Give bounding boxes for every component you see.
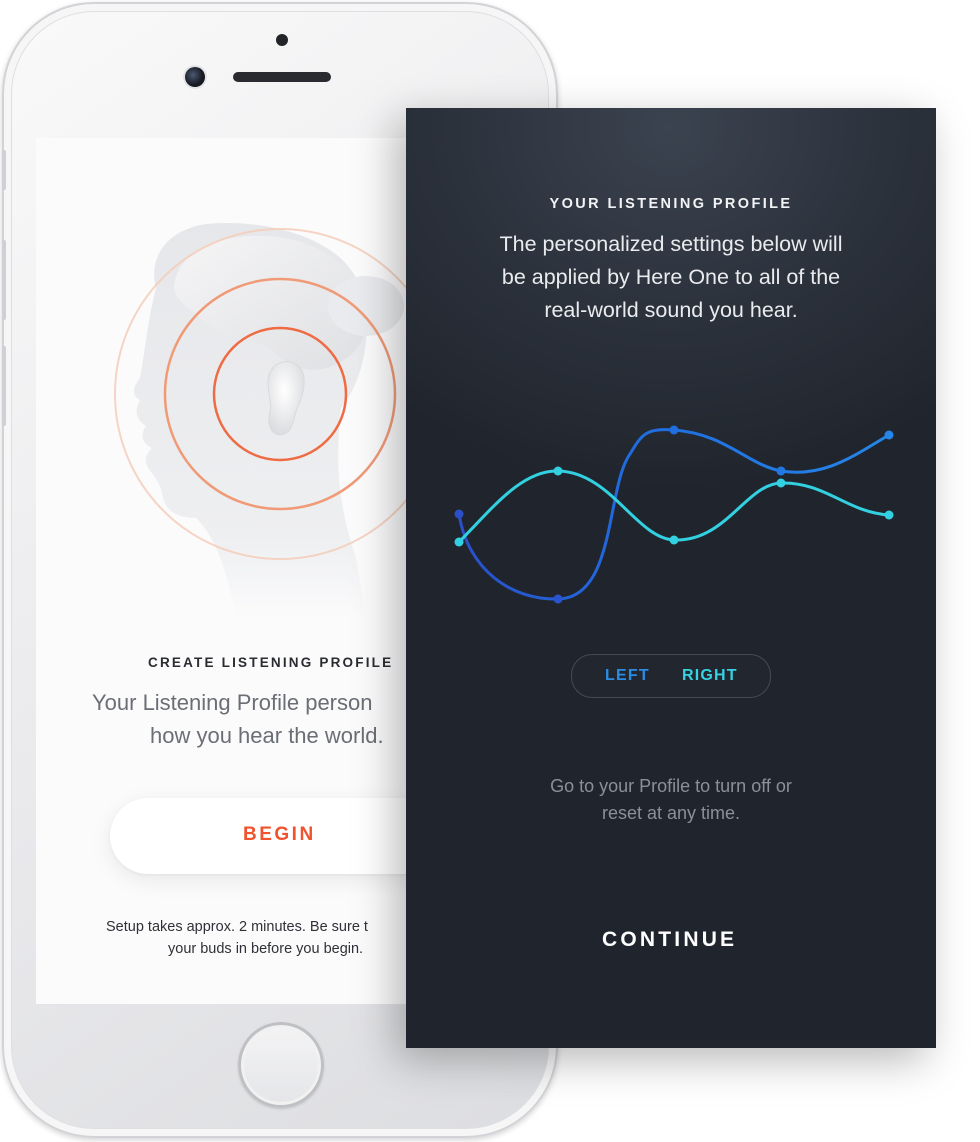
proximity-sensor: [276, 34, 288, 46]
volume-up-button: [2, 240, 6, 320]
ear-toggle: LEFT RIGHT: [571, 654, 771, 698]
setup-note-line-2: your buds in before you begin.: [168, 941, 364, 957]
left-curve-point: [776, 466, 786, 476]
right-ear-tab[interactable]: RIGHT: [682, 667, 738, 685]
right-curve-point: [553, 466, 563, 476]
left-ear-tab[interactable]: LEFT: [605, 667, 650, 685]
begin-button[interactable]: BEGIN: [110, 798, 408, 874]
setup-note: Setup takes approx. 2 minutes. Be sure t…: [106, 916, 408, 960]
hair-bun: [328, 276, 404, 336]
continue-button[interactable]: CONTINUE: [596, 924, 743, 956]
left-curve-point: [454, 509, 464, 519]
profile-reset-note: Go to your Profile to turn off or reset …: [406, 773, 936, 827]
setup-note-line-1: Setup takes approx. 2 minutes. Be sure t: [106, 919, 368, 935]
left-curve-point: [553, 594, 563, 604]
description-line-2: how you hear the world.: [150, 723, 384, 748]
mute-switch: [2, 150, 6, 190]
left-curve-point: [669, 425, 679, 435]
left-curve-point: [884, 430, 894, 440]
home-button[interactable]: [238, 1022, 324, 1108]
reset-note-line-1: Go to your Profile to turn off or: [550, 776, 792, 796]
profile-curves: [454, 425, 894, 604]
left-ear-curve: [457, 428, 891, 601]
right-curve-point: [669, 535, 679, 545]
create-profile-description: Your Listening Profile person how you he…: [92, 686, 408, 752]
right-curve-point: [884, 510, 894, 520]
create-profile-title: CREATE LISTENING PROFILE: [148, 655, 394, 670]
reset-note-line-2: reset at any time.: [601, 803, 741, 823]
front-camera: [185, 67, 205, 87]
description-line-1: Your Listening Profile person: [92, 690, 373, 715]
volume-down-button: [2, 346, 6, 426]
begin-button-label: BEGIN: [243, 824, 316, 845]
listening-profile-screen: YOUR LISTENING PROFILE The personalized …: [406, 108, 936, 1048]
create-profile-screen: CREATE LISTENING PROFILE Your Listening …: [36, 138, 408, 1005]
right-curve-point: [776, 478, 786, 488]
earpiece-speaker: [233, 72, 331, 82]
right-curve-point: [454, 537, 464, 547]
head-illustration: [114, 222, 408, 618]
right-ear-curve: [457, 469, 891, 544]
